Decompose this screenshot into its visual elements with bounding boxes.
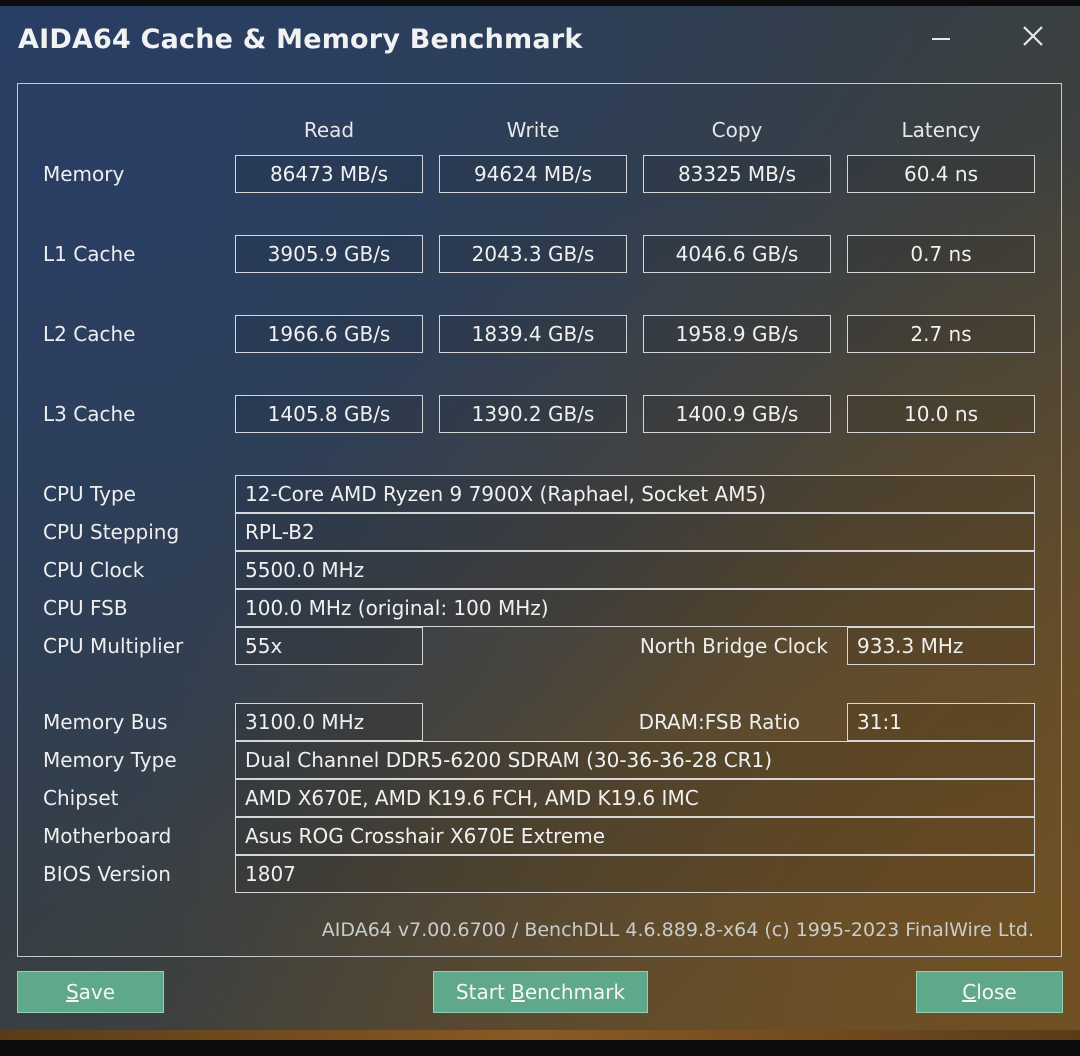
close-mnemonic: C — [962, 980, 977, 1004]
memory-read-value: 86473 MB/s — [235, 155, 423, 193]
l2-read-value: 1966.6 GB/s — [235, 315, 423, 353]
cpu-fsb-value: 100.0 MHz (original: 100 MHz) — [235, 589, 1035, 627]
cpu-fsb-label: CPU FSB — [43, 596, 128, 620]
start-label-prefix: Start — [455, 980, 512, 1004]
close-button[interactable]: Close — [916, 971, 1063, 1013]
l3-write-value: 1390.2 GB/s — [439, 395, 627, 433]
close-label-rest: lose — [976, 980, 1017, 1004]
cpu-clock-value: 5500.0 MHz — [235, 551, 1035, 589]
minimize-icon — [932, 38, 950, 40]
cpu-stepping-label: CPU Stepping — [43, 520, 180, 544]
l2-latency-value: 2.7 ns — [847, 315, 1035, 353]
benchmark-window: AIDA64 Cache & Memory Benchmark Read Wri… — [0, 6, 1080, 1040]
l1-read-value: 3905.9 GB/s — [235, 235, 423, 273]
version-footer: AIDA64 v7.00.6700 / BenchDLL 4.6.889.8-x… — [321, 919, 1034, 941]
column-header-write: Write — [506, 118, 560, 142]
column-header-latency: Latency — [901, 118, 981, 142]
l3-read-value: 1405.8 GB/s — [235, 395, 423, 433]
memory-copy-value: 83325 MB/s — [643, 155, 831, 193]
cpu-clock-label: CPU Clock — [43, 558, 145, 582]
memory-type-value: Dual Channel DDR5-6200 SDRAM (30-36-36-2… — [235, 741, 1035, 779]
memory-write-value: 94624 MB/s — [439, 155, 627, 193]
row-label-l2-cache: L2 Cache — [43, 322, 136, 346]
cpu-type-value: 12-Core AMD Ryzen 9 7900X (Raphael, Sock… — [235, 475, 1035, 513]
memory-type-label: Memory Type — [43, 748, 177, 772]
column-header-read: Read — [303, 118, 355, 142]
close-icon — [1023, 26, 1043, 46]
bios-version-label: BIOS Version — [43, 862, 171, 886]
chipset-value: AMD X670E, AMD K19.6 FCH, AMD K19.6 IMC — [235, 779, 1035, 817]
l2-write-value: 1839.4 GB/s — [439, 315, 627, 353]
cpu-type-label: CPU Type — [43, 482, 136, 506]
cpu-multiplier-value: 55x — [235, 627, 423, 665]
l1-latency-value: 0.7 ns — [847, 235, 1035, 273]
close-window-button[interactable] — [1010, 16, 1056, 56]
cpu-stepping-value: RPL-B2 — [235, 513, 1035, 551]
bios-version-value: 1807 — [235, 855, 1035, 893]
north-bridge-clock-label: North Bridge Clock — [639, 634, 828, 658]
motherboard-value: Asus ROG Crosshair X670E Extreme — [235, 817, 1035, 855]
memory-bus-label: Memory Bus — [43, 710, 168, 734]
start-mnemonic: B — [511, 980, 525, 1004]
motherboard-label: Motherboard — [43, 824, 172, 848]
l1-copy-value: 4046.6 GB/s — [643, 235, 831, 273]
l3-latency-value: 10.0 ns — [847, 395, 1035, 433]
row-label-l3-cache: L3 Cache — [43, 402, 136, 426]
dram-fsb-ratio-value: 31:1 — [847, 703, 1035, 741]
save-button[interactable]: Save — [17, 971, 164, 1013]
row-label-l1-cache: L1 Cache — [43, 242, 136, 266]
column-header-copy: Copy — [711, 118, 763, 142]
l3-copy-value: 1400.9 GB/s — [643, 395, 831, 433]
start-label-rest: enchmark — [524, 980, 626, 1004]
window-title: AIDA64 Cache & Memory Benchmark — [18, 24, 583, 55]
start-benchmark-button[interactable]: Start Benchmark — [433, 971, 648, 1013]
cpu-multiplier-label: CPU Multiplier — [43, 634, 184, 658]
chipset-label: Chipset — [43, 786, 119, 810]
save-mnemonic: S — [65, 980, 79, 1004]
north-bridge-clock-value: 933.3 MHz — [847, 627, 1035, 665]
memory-bus-value: 3100.0 MHz — [235, 703, 423, 741]
l2-copy-value: 1958.9 GB/s — [643, 315, 831, 353]
memory-latency-value: 60.4 ns — [847, 155, 1035, 193]
minimize-button[interactable] — [918, 16, 964, 56]
l1-write-value: 2043.3 GB/s — [439, 235, 627, 273]
row-label-memory: Memory — [43, 162, 125, 186]
dram-fsb-ratio-label: DRAM:FSB Ratio — [638, 710, 800, 734]
save-label-rest: ave — [78, 980, 116, 1004]
